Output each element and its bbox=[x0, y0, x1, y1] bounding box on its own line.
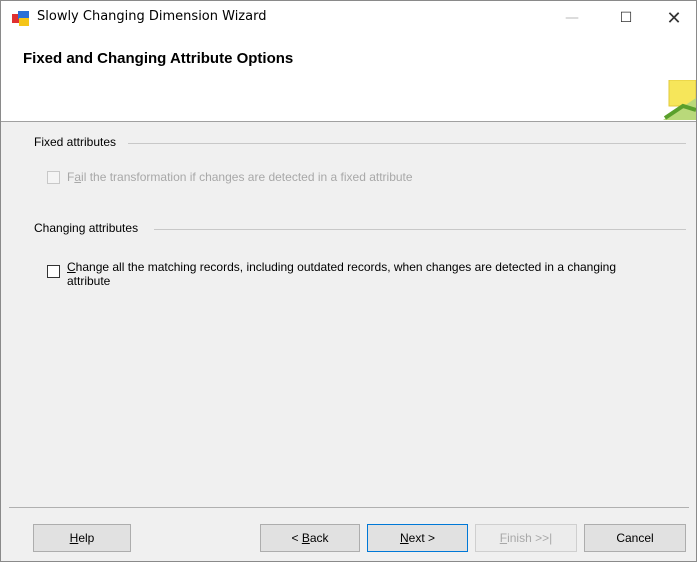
footer-divider bbox=[9, 507, 689, 508]
wizard-header: Fixed and Changing Attribute Options bbox=[1, 35, 696, 122]
close-button[interactable]: ✕ bbox=[651, 1, 697, 35]
maximize-icon: ☐ bbox=[619, 10, 633, 26]
close-icon: ✕ bbox=[666, 7, 682, 29]
minimize-button[interactable]: — bbox=[549, 1, 595, 35]
change-all-records-checkbox[interactable] bbox=[47, 265, 60, 278]
back-button[interactable]: < Back bbox=[260, 524, 360, 552]
minimize-icon: — bbox=[565, 10, 579, 26]
page-title: Fixed and Changing Attribute Options bbox=[23, 50, 294, 67]
fail-transformation-label: Fail the transformation if changes are d… bbox=[67, 170, 413, 184]
finish-button[interactable]: Finish >>| bbox=[475, 524, 577, 552]
changing-attributes-divider bbox=[154, 229, 686, 230]
change-all-records-label[interactable]: Change all the matching records, includi… bbox=[67, 260, 667, 288]
title-bar[interactable]: Slowly Changing Dimension Wizard — ☐ ✕ bbox=[1, 1, 696, 35]
fixed-attributes-divider bbox=[128, 143, 686, 144]
cancel-button[interactable]: Cancel bbox=[584, 524, 686, 552]
maximize-button[interactable]: ☐ bbox=[603, 1, 649, 35]
app-icon bbox=[12, 11, 29, 26]
fixed-attributes-label: Fixed attributes bbox=[34, 135, 117, 149]
fail-transformation-checkbox[interactable] bbox=[47, 171, 60, 184]
wizard-graphic-icon bbox=[663, 80, 696, 120]
next-button[interactable]: Next > bbox=[367, 524, 468, 552]
wizard-window: Slowly Changing Dimension Wizard — ☐ ✕ F… bbox=[0, 0, 697, 562]
help-button[interactable]: Help bbox=[33, 524, 131, 552]
changing-attributes-label: Changing attributes bbox=[34, 221, 139, 235]
window-title: Slowly Changing Dimension Wizard bbox=[37, 9, 267, 24]
